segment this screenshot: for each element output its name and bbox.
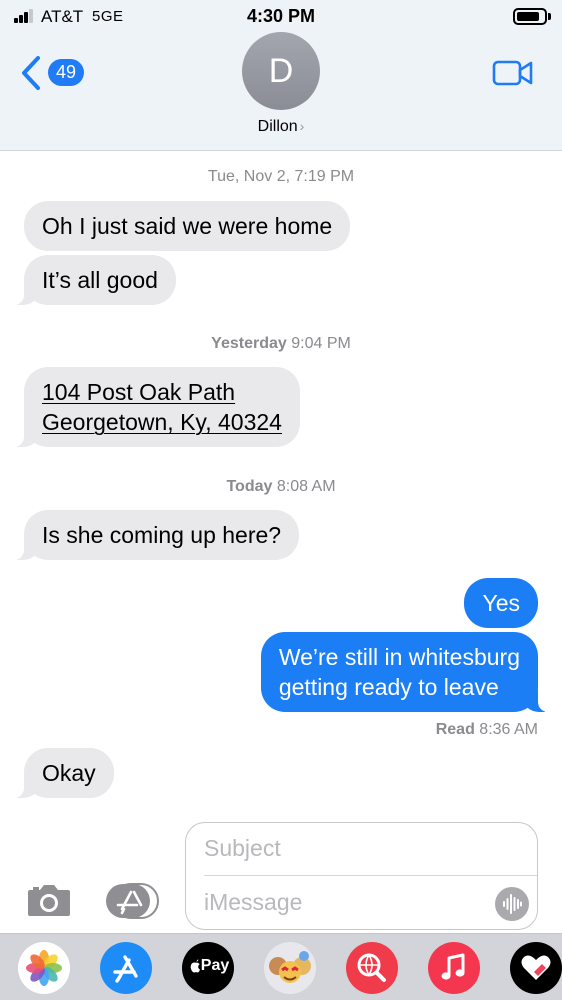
timestamp-divider: Today 8:08 AM (226, 478, 336, 495)
timestamp-divider: Yesterday 9:04 PM (211, 335, 351, 352)
video-call-icon (492, 60, 533, 86)
compose-divider (204, 875, 537, 876)
web-search-app-button[interactable] (346, 942, 398, 994)
message-bubble-incoming[interactable]: Okay (12, 748, 114, 798)
camera-icon (28, 885, 70, 916)
address-link-line1[interactable]: 104 Post Oak Path (42, 377, 282, 407)
status-bar: AT&T 5GE 4:30 PM (0, 0, 562, 34)
app-store-app-button[interactable] (100, 942, 152, 994)
message-bubble-incoming[interactable]: Is she coming up here? (11, 510, 300, 560)
subject-field[interactable] (204, 835, 514, 862)
photos-app-button[interactable] (18, 942, 70, 994)
memoji-app-button[interactable] (264, 942, 316, 994)
app-store-icon (113, 955, 138, 983)
digital-touch-app-button[interactable] (510, 942, 562, 994)
compose-box (185, 822, 538, 930)
app-store-icon (106, 883, 159, 919)
message-bubble-outgoing[interactable]: We’re still in whitesburg getting ready … (260, 632, 551, 712)
message-bubble-address[interactable]: 104 Post Oak Path Georgetown, Ky, 40324 (12, 367, 300, 447)
chevron-right-icon: › (299, 118, 305, 134)
memoji-icon (269, 951, 311, 983)
address-link-line2[interactable]: Georgetown, Ky, 40324 (42, 407, 282, 437)
contact-name-button[interactable]: Dillon › (0, 118, 562, 136)
message-bubble-incoming[interactable]: It’s all good (12, 255, 176, 305)
conversation-header: AT&T 5GE 4:30 PM 49 D Dillon › (0, 0, 562, 151)
contact-name: Dillon (257, 118, 298, 135)
digital-touch-icon (521, 955, 551, 980)
unread-count-badge: 49 (48, 59, 84, 86)
video-call-button[interactable] (492, 58, 534, 93)
apps-button[interactable] (104, 882, 160, 925)
imessage-app-drawer: Pay (0, 933, 562, 1000)
status-time: 4:30 PM (246, 6, 316, 26)
web-search-icon (357, 953, 386, 982)
read-receipt: Read 8:36 AM (435, 721, 538, 738)
contact-avatar[interactable]: D (242, 32, 320, 110)
back-button[interactable]: 49 (20, 55, 92, 91)
apple-pay-label: Pay (200, 957, 230, 974)
message-bubble-incoming[interactable]: Oh I just said we were home (24, 201, 351, 251)
photos-icon (26, 950, 62, 986)
message-bubble-outgoing[interactable]: Yes (464, 578, 538, 628)
audio-message-button[interactable] (495, 887, 529, 921)
back-chevron-icon (22, 56, 40, 90)
music-icon (441, 953, 465, 980)
timestamp-divider: Tue, Nov 2, 7:19 PM (207, 168, 355, 185)
audio-waveform-icon (503, 894, 522, 914)
battery-icon (513, 8, 547, 25)
battery-cap (548, 13, 551, 20)
camera-button[interactable] (26, 882, 72, 923)
message-input[interactable] (204, 889, 474, 916)
music-app-button[interactable] (428, 942, 480, 994)
apple-pay-app-button[interactable]: Pay (182, 942, 234, 994)
